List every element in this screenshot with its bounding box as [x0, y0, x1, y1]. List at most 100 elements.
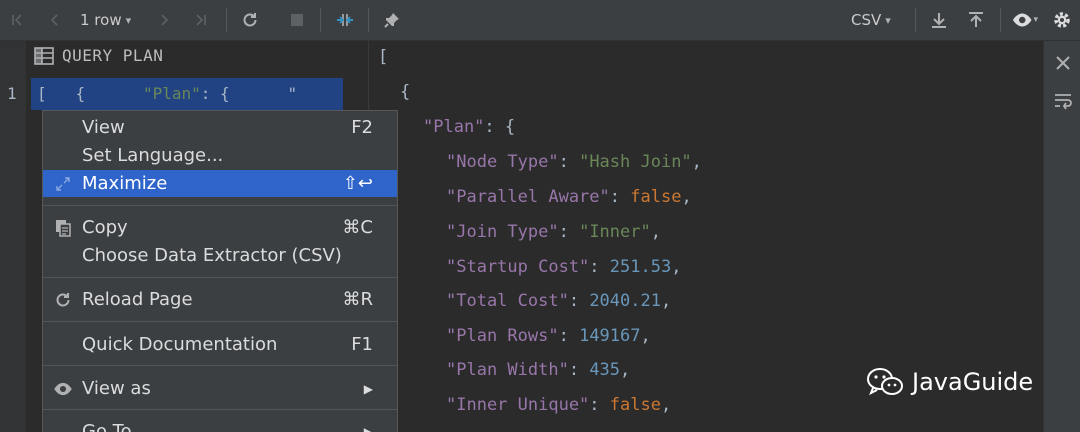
- next-page-icon[interactable]: [153, 0, 175, 40]
- menu-separator: [43, 409, 397, 410]
- menu-item-label: Choose Data Extractor (CSV): [82, 245, 342, 266]
- menu-item-view[interactable]: View F2: [43, 114, 397, 141]
- toolbar-separator: [226, 8, 227, 32]
- upload-icon[interactable]: [965, 0, 987, 40]
- json-key: "Plan": [423, 117, 485, 137]
- json-brace: {: [400, 82, 411, 102]
- json-value: false: [630, 187, 682, 207]
- column-header[interactable]: QUERY PLAN: [34, 46, 163, 65]
- menu-item-quick-documentation[interactable]: Quick Documentation F1: [43, 331, 397, 358]
- prev-page-icon[interactable]: [44, 0, 66, 40]
- json-value: 435: [589, 360, 621, 380]
- editor-line: "Startup Cost": 251.53,: [446, 257, 682, 277]
- maximize-icon: [53, 174, 73, 194]
- editor-line: "Total Cost": 2040.21,: [446, 291, 672, 311]
- menu-item-choose-data-extractor[interactable]: Choose Data Extractor (CSV): [43, 242, 397, 269]
- query-plan-cell[interactable]: [ { "Plan": { ": [31, 78, 343, 110]
- table-icon: [34, 46, 54, 65]
- toolbar-separator: [368, 8, 369, 32]
- menu-item-shortcut: ⌘R: [342, 289, 373, 310]
- toolbar: 1 row ▾ CSV ▾ ▾: [0, 0, 1080, 41]
- json-value: false: [609, 395, 661, 415]
- menu-item-set-language[interactable]: Set Language...: [43, 142, 397, 169]
- eye-icon[interactable]: ▾: [1012, 0, 1038, 40]
- row-count-label: 1 row: [80, 11, 122, 29]
- close-icon[interactable]: [1053, 53, 1073, 73]
- menu-item-go-to[interactable]: Go To ▶: [43, 418, 397, 432]
- editor-line: [: [378, 47, 388, 67]
- editor-line: "Plan": {: [423, 117, 515, 137]
- editor-line: "Node Type": "Hash Join",: [446, 152, 702, 172]
- copy-icon: [53, 218, 73, 238]
- json-key: "Node Type": [446, 152, 559, 172]
- menu-item-label: View as: [82, 378, 151, 399]
- cell-text-suffix: : { ": [200, 84, 298, 103]
- json-value: 149167: [579, 326, 641, 346]
- json-key: "Startup Cost": [446, 257, 590, 277]
- menu-separator: [43, 365, 397, 366]
- menu-item-reload-page[interactable]: Reload Page ⌘R: [43, 286, 397, 313]
- editor-line: "Join Type": "Inner",: [446, 222, 661, 242]
- cell-text-prefix: [ {: [37, 84, 143, 103]
- export-format-select[interactable]: CSV ▾: [851, 0, 891, 40]
- json-value: 251.53: [609, 257, 672, 277]
- first-page-icon[interactable]: [6, 0, 28, 40]
- json-bracket: [: [378, 47, 389, 67]
- menu-item-label: Go To: [82, 421, 132, 432]
- menu-item-shortcut: F2: [351, 117, 373, 138]
- json-key: "Inner Unique": [446, 395, 590, 415]
- submenu-arrow-icon: ▶: [363, 424, 373, 432]
- watermark: JavaGuide: [866, 366, 1033, 398]
- cell-text-string: "Plan": [142, 84, 201, 103]
- eye-icon: [53, 379, 73, 399]
- menu-item-shortcut: ⌘C: [342, 217, 373, 238]
- gear-icon[interactable]: [1050, 0, 1074, 40]
- editor-line: "Parallel Aware": false,: [446, 187, 692, 207]
- submenu-arrow-icon: ▶: [363, 381, 373, 396]
- json-value: 2040.21: [589, 291, 661, 311]
- menu-separator: [43, 321, 397, 322]
- column-header-label: QUERY PLAN: [62, 46, 164, 65]
- export-format-label: CSV: [851, 11, 882, 29]
- toolbar-separator: [320, 8, 321, 32]
- editor-side-toolbar: [1043, 41, 1080, 432]
- menu-item-label: Reload Page: [82, 289, 193, 310]
- stop-icon[interactable]: [286, 0, 308, 40]
- menu-item-maximize[interactable]: Maximize ⇧↩: [43, 170, 397, 197]
- editor-line: "Plan Rows": 149167,: [446, 326, 651, 346]
- json-key: "Total Cost": [446, 291, 569, 311]
- wechat-icon: [867, 368, 903, 396]
- context-menu: View F2 Set Language... Maximize ⇧↩ Copy…: [42, 110, 398, 432]
- soft-wrap-icon[interactable]: [1053, 91, 1073, 111]
- json-key: "Join Type": [446, 222, 559, 242]
- menu-item-label: Set Language...: [82, 145, 224, 166]
- download-icon[interactable]: [928, 0, 950, 40]
- menu-item-copy[interactable]: Copy ⌘C: [43, 214, 397, 241]
- json-key: "Plan Rows": [446, 326, 559, 346]
- json-value: "Inner": [579, 222, 651, 242]
- watermark-text: JavaGuide: [912, 368, 1034, 396]
- editor-line: "Inner Unique": false,: [446, 395, 672, 415]
- chevron-down-icon: ▾: [125, 13, 132, 27]
- menu-separator: [43, 205, 397, 206]
- menu-item-label: Copy: [82, 217, 128, 238]
- pin-icon[interactable]: [380, 0, 404, 40]
- menu-item-shortcut: ⇧↩: [342, 173, 373, 194]
- editor-line: {: [400, 82, 410, 102]
- toolbar-separator: [915, 8, 916, 32]
- refresh-icon[interactable]: [238, 0, 262, 40]
- refresh-icon: [53, 290, 73, 310]
- json-value: "Hash Join": [579, 152, 692, 172]
- menu-item-label: Maximize: [82, 173, 168, 194]
- last-page-icon[interactable]: [190, 0, 212, 40]
- json-key: "Parallel Aware": [446, 187, 610, 207]
- json-key: "Plan Width": [446, 360, 569, 380]
- menu-item-view-as[interactable]: View as ▶: [43, 375, 397, 402]
- row-count-select[interactable]: 1 row ▾: [80, 0, 131, 40]
- editor-line: "Plan Width": 435,: [446, 360, 631, 380]
- json-punct: : {: [484, 117, 516, 137]
- toolbar-separator: [1000, 8, 1001, 32]
- menu-item-shortcut: F1: [351, 334, 373, 355]
- row-number: 1: [7, 84, 17, 103]
- compare-icon[interactable]: [332, 0, 358, 40]
